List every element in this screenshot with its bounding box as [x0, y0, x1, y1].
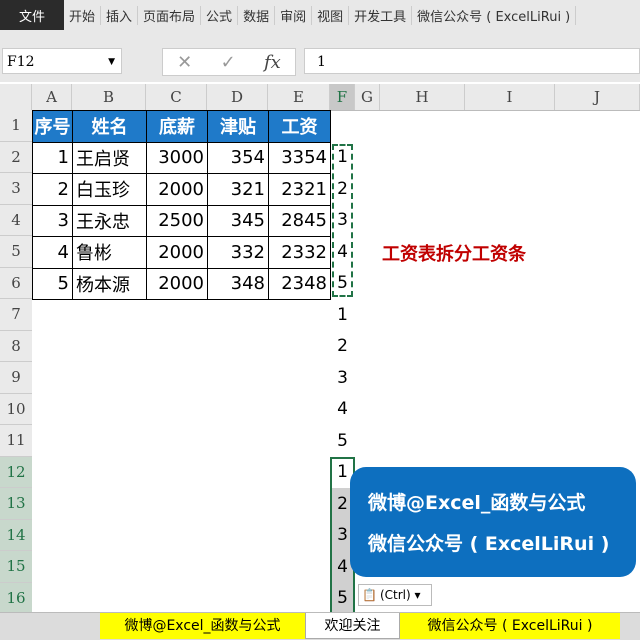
- menu-tab[interactable]: 开始: [64, 5, 102, 25]
- row-header[interactable]: 4: [0, 204, 32, 236]
- row-header[interactable]: 6: [0, 267, 32, 299]
- sheet-tab-3[interactable]: 微信公众号 ( ExcelLiRui ): [400, 613, 620, 639]
- table-header-cell[interactable]: 姓名: [72, 110, 147, 143]
- column-header-G[interactable]: G: [355, 84, 380, 110]
- table-cell[interactable]: 3000: [146, 141, 208, 174]
- promo-line-2: 微信公众号 ( ExcelLiRui ): [368, 533, 610, 555]
- check-icon[interactable]: ✓: [221, 52, 236, 73]
- row-header[interactable]: 15: [0, 551, 32, 583]
- clipboard-icon: 📋: [362, 588, 377, 602]
- table-header-cell[interactable]: 工资: [268, 110, 331, 143]
- select-all-corner[interactable]: [0, 84, 32, 110]
- row-header[interactable]: 3: [0, 173, 32, 205]
- menu-tab[interactable]: 数据: [238, 5, 276, 25]
- column-headers: ABCDEFGHIJ: [0, 84, 640, 111]
- column-header-C[interactable]: C: [146, 84, 207, 110]
- table-cell[interactable]: 2348: [268, 267, 331, 300]
- table-cell[interactable]: 2845: [268, 204, 331, 237]
- chevron-down-icon[interactable]: ▼: [108, 49, 115, 75]
- insert-function-icon[interactable]: fx: [264, 52, 281, 73]
- table-cell[interactable]: 白玉珍: [72, 173, 147, 206]
- row-header[interactable]: 2: [0, 141, 32, 173]
- table-cell[interactable]: 2321: [268, 173, 331, 206]
- menu-tab[interactable]: 开发工具: [349, 5, 413, 25]
- table-cell[interactable]: 2332: [268, 236, 331, 269]
- menu-tab[interactable]: 微信公众号 ( ExcelLiRui ): [412, 5, 577, 25]
- table-cell[interactable]: 2000: [146, 267, 208, 300]
- cancel-icon[interactable]: ✕: [177, 52, 192, 73]
- table-cell[interactable]: 345: [207, 204, 269, 237]
- row-header[interactable]: 12: [0, 456, 32, 488]
- table-cell[interactable]: 4: [32, 236, 73, 269]
- promo-line-1: 微博@Excel_函数与公式: [368, 492, 586, 514]
- column-header-D[interactable]: D: [207, 84, 268, 110]
- name-box[interactable]: F12 ▼: [2, 48, 122, 74]
- f-cell[interactable]: 4: [330, 394, 355, 426]
- menu-tab[interactable]: 审阅: [275, 5, 313, 25]
- copy-marquee: [332, 143, 353, 297]
- table-cell[interactable]: 2: [32, 173, 73, 206]
- row-header[interactable]: 13: [0, 488, 32, 520]
- row-header[interactable]: 5: [0, 236, 32, 268]
- f-cell[interactable]: 1: [330, 299, 355, 331]
- table-cell[interactable]: 354: [207, 141, 269, 174]
- row-header[interactable]: 16: [0, 582, 32, 614]
- table-header-cell[interactable]: 底薪: [146, 110, 208, 143]
- ribbon-area: [0, 30, 640, 46]
- table-cell[interactable]: 2000: [146, 236, 208, 269]
- paste-options-label: (Ctrl) ▾: [379, 588, 421, 602]
- ribbon-menu: 文件 开始 插入 页面布局 公式 数据 审阅 视图 开发工具 微信公众号 ( ExcelLiRu…: [0, 0, 640, 30]
- table-cell[interactable]: 杨本源: [72, 267, 147, 300]
- table-cell[interactable]: 2000: [146, 173, 208, 206]
- table-cell[interactable]: 3: [32, 204, 73, 237]
- menu-tab[interactable]: 插入: [101, 5, 139, 25]
- f-cell[interactable]: 3: [330, 362, 355, 394]
- menu-tab[interactable]: 公式: [201, 5, 239, 25]
- row-header[interactable]: 9: [0, 362, 32, 394]
- row-header[interactable]: 10: [0, 393, 32, 425]
- row-header[interactable]: 14: [0, 519, 32, 551]
- table-cell[interactable]: 王启贤: [72, 141, 147, 174]
- row-header[interactable]: 1: [0, 110, 32, 142]
- row-header[interactable]: 8: [0, 330, 32, 362]
- row-header[interactable]: 7: [0, 299, 32, 331]
- file-tab[interactable]: 文件: [0, 0, 64, 30]
- table-cell[interactable]: 321: [207, 173, 269, 206]
- sheet-tab-1[interactable]: 微博@Excel_函数与公式: [100, 613, 305, 639]
- table-cell[interactable]: 348: [207, 267, 269, 300]
- table-cell[interactable]: 2500: [146, 204, 208, 237]
- table-cell[interactable]: 3354: [268, 141, 331, 174]
- name-box-value: F12: [7, 54, 35, 70]
- menu-tab[interactable]: 视图: [312, 5, 350, 25]
- paste-options-button[interactable]: 📋 (Ctrl) ▾: [358, 584, 432, 606]
- formula-buttons: ✕ ✓ fx: [162, 48, 296, 76]
- table-cell[interactable]: 332: [207, 236, 269, 269]
- formula-input[interactable]: 1: [304, 48, 640, 74]
- column-header-I[interactable]: I: [465, 84, 555, 110]
- column-header-H[interactable]: H: [380, 84, 465, 110]
- promo-banner: 微博@Excel_函数与公式 微信公众号 ( ExcelLiRui ): [350, 467, 636, 577]
- column-header-B[interactable]: B: [72, 84, 146, 110]
- column-header-F[interactable]: F: [330, 84, 355, 110]
- column-header-E[interactable]: E: [268, 84, 330, 110]
- table-cell[interactable]: 王永忠: [72, 204, 147, 237]
- table-header-cell[interactable]: 津贴: [207, 110, 269, 143]
- f-cell[interactable]: 5: [330, 425, 355, 457]
- table-cell[interactable]: 鲁彬: [72, 236, 147, 269]
- table-header-cell[interactable]: 序号: [32, 110, 73, 143]
- menu-tab[interactable]: 页面布局: [138, 5, 202, 25]
- f-cell[interactable]: 2: [330, 331, 355, 363]
- table-cell[interactable]: 5: [32, 267, 73, 300]
- table-cell[interactable]: 1: [32, 141, 73, 174]
- column-header-J[interactable]: J: [555, 84, 640, 110]
- column-header-A[interactable]: A: [32, 84, 72, 110]
- row-header[interactable]: 11: [0, 425, 32, 457]
- sheet-tab-2[interactable]: 欢迎关注: [305, 613, 400, 639]
- annotation-text: 工资表拆分工资条: [382, 244, 526, 265]
- sheet-tabs: 微博@Excel_函数与公式 欢迎关注 微信公众号 ( ExcelLiRui ): [0, 612, 640, 640]
